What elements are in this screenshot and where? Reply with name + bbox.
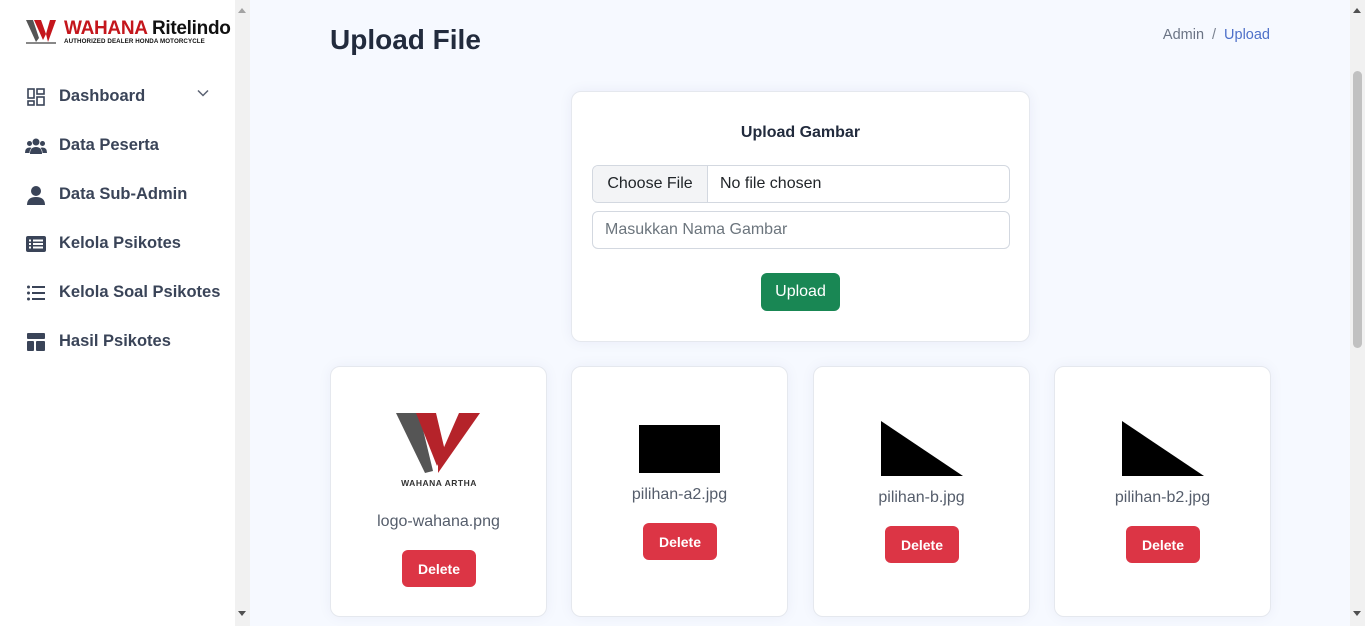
brand-name: WAHANA Ritelindo — [64, 18, 231, 39]
person-icon — [25, 184, 47, 206]
scrollbar-thumb[interactable] — [1353, 71, 1362, 348]
black-triangle-image — [1121, 421, 1204, 476]
image-filename: logo-wahana.png — [377, 513, 500, 530]
image-card: pilihan-b.jpg Delete — [813, 366, 1030, 617]
image-thumbnail — [814, 421, 1029, 476]
brand-logo[interactable]: WAHANA Ritelindo AUTHORIZED DEALER HONDA… — [26, 16, 231, 48]
card-list-icon — [25, 233, 47, 255]
scroll-down-arrow-icon[interactable] — [1353, 611, 1361, 616]
image-filename: pilihan-a2.jpg — [631, 486, 728, 503]
svg-text:WAHANA ARTHA: WAHANA ARTHA — [401, 478, 477, 487]
sidebar-item-label: Dashboard — [59, 87, 146, 105]
wahana-artha-logo: WAHANA ARTHA — [395, 413, 480, 487]
breadcrumb-separator: / — [1212, 27, 1217, 43]
chevron-down-icon[interactable] — [197, 89, 209, 97]
sidebar-item-label: Kelola Psikotes — [59, 234, 181, 252]
image-thumbnail: WAHANA ARTHA — [331, 411, 546, 487]
scroll-down-arrow-icon[interactable] — [238, 611, 246, 616]
sidebar-item-label: Hasil Psikotes — [59, 332, 171, 350]
breadcrumb-item-upload: Upload — [1224, 27, 1270, 43]
people-icon — [25, 135, 47, 157]
file-input[interactable]: Choose File No file chosen — [592, 165, 1010, 203]
file-status-text: No file chosen — [720, 175, 822, 192]
choose-file-button[interactable]: Choose File — [593, 166, 708, 202]
sidebar-item-label: Data Sub-Admin — [59, 185, 188, 203]
sidebar-item-dashboard[interactable]: Dashboard — [0, 72, 235, 121]
black-triangle-image — [880, 421, 963, 476]
sidebar-nav: Dashboard Data Peserta Data Sub-Admin Ke… — [0, 72, 235, 366]
image-card: pilihan-a2.jpg Delete — [571, 366, 788, 617]
sidebar-scrollbar[interactable] — [235, 0, 250, 626]
page-scrollbar[interactable] — [1350, 0, 1365, 626]
breadcrumb-item-admin[interactable]: Admin — [1163, 27, 1204, 43]
page-title: Upload File — [330, 24, 481, 55]
sidebar-item-label: Data Peserta — [59, 136, 159, 154]
sidebar-item-kelola-psikotes[interactable]: Kelola Psikotes — [0, 219, 235, 268]
delete-button[interactable]: Delete — [402, 550, 476, 587]
sidebar-item-hasil-psikotes[interactable]: Hasil Psikotes — [0, 317, 235, 366]
layout-icon — [25, 331, 47, 353]
delete-button[interactable]: Delete — [885, 526, 959, 563]
upload-form-title: Upload Gambar — [740, 124, 861, 141]
breadcrumb: Admin / Upload — [1163, 27, 1270, 43]
image-filename: pilihan-b.jpg — [878, 489, 965, 506]
image-card: WAHANA ARTHA logo-wahana.png Delete — [330, 366, 547, 617]
grid-icon — [25, 86, 47, 108]
image-card: pilihan-b2.jpg Delete — [1054, 366, 1271, 617]
upload-button[interactable]: Upload — [761, 273, 840, 311]
sidebar-item-data-sub-admin[interactable]: Data Sub-Admin — [0, 170, 235, 219]
sidebar-item-label: Kelola Soal Psikotes — [59, 283, 221, 301]
delete-button[interactable]: Delete — [1126, 526, 1200, 563]
scroll-up-arrow-icon[interactable] — [1353, 8, 1361, 13]
image-thumbnail — [572, 425, 787, 473]
wahana-logo-icon — [26, 20, 56, 44]
image-name-input[interactable] — [592, 211, 1010, 249]
image-filename: pilihan-b2.jpg — [1114, 489, 1211, 506]
brand-tagline: AUTHORIZED DEALER HONDA MOTORCYCLE — [64, 38, 205, 45]
sidebar: WAHANA Ritelindo AUTHORIZED DEALER HONDA… — [0, 0, 250, 626]
black-rectangle-image — [639, 425, 720, 473]
delete-button[interactable]: Delete — [643, 523, 717, 560]
image-thumbnail — [1055, 421, 1270, 476]
scroll-up-arrow-icon[interactable] — [238, 8, 246, 13]
list-icon — [25, 282, 47, 304]
sidebar-item-data-peserta[interactable]: Data Peserta — [0, 121, 235, 170]
sidebar-item-kelola-soal-psikotes[interactable]: Kelola Soal Psikotes — [0, 268, 235, 317]
upload-form-card: Upload Gambar Choose File No file chosen… — [571, 91, 1030, 342]
